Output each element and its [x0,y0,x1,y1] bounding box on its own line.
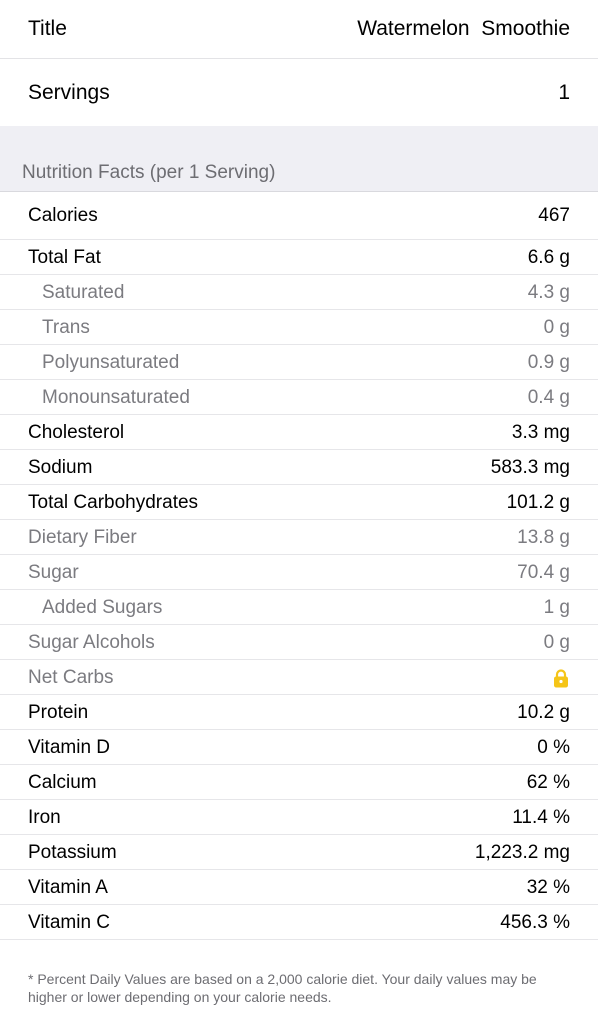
servings-value: 1 [558,80,570,104]
fact-row-vitamin-c: Vitamin C 456.3 % [0,905,598,940]
fact-value: 10.2 g [517,701,570,723]
fact-label: Calories [28,205,98,226]
fact-value: 62 % [526,771,570,793]
fact-row-calories: Calories 467 [0,192,598,240]
title-row[interactable]: Title Watermelon Smoothie [0,0,598,59]
fact-row-calcium: Calcium 62 % [0,765,598,800]
daily-values-footnote: * Percent Daily Values are based on a 2,… [28,971,537,1005]
fact-value: 583.3 mg [490,456,570,478]
title-label: Title [28,17,67,40]
fact-label: Calcium [28,771,97,793]
fact-label: Vitamin C [28,911,111,933]
fact-label: Trans [42,316,90,338]
fact-label: Total Fat [28,246,101,268]
fact-label: Vitamin D [28,736,111,758]
fact-label: Sugar Alcohols [28,631,155,653]
fact-row-trans: Trans 0 g [0,310,598,345]
fact-value: 0.9 g [527,351,570,373]
fact-row-net-carbs[interactable]: Net Carbs [0,660,598,695]
fact-row-saturated: Saturated 4.3 g [0,275,598,310]
fact-row-iron: Iron 11.4 % [0,800,598,835]
fact-row-potassium: Potassium 1,223.2 mg [0,835,598,870]
fact-row-protein: Protein 10.2 g [0,695,598,730]
fact-label: Iron [28,806,61,828]
fact-value: 13.8 g [517,526,570,548]
fact-value: 456.3 % [500,911,570,933]
fact-label: Potassium [28,841,117,863]
fact-row-monounsaturated: Monounsaturated 0.4 g [0,380,598,415]
nutrition-facts-list: Calories 467 Total Fat 6.6 g Saturated 4… [0,192,598,940]
fact-value: 0.4 g [527,386,570,408]
fact-value: 11.4 % [512,806,570,828]
fact-row-added-sugars: Added Sugars 1 g [0,590,598,625]
fact-row-total-carbohydrates: Total Carbohydrates 101.2 g [0,485,598,520]
fact-label: Monounsaturated [42,386,190,408]
lock-icon[interactable] [552,668,570,688]
fact-row-polyunsaturated: Polyunsaturated 0.9 g [0,345,598,380]
fact-label: Protein [28,701,89,723]
recipe-header: Title Watermelon Smoothie Servings 1 [0,0,598,126]
fact-value: 1 g [543,596,570,618]
fact-label: Vitamin A [28,876,108,898]
fact-value: 101.2 g [506,491,570,513]
fact-value: 467 [538,205,570,226]
fact-value: 1,223.2 mg [474,841,570,863]
fact-row-vitamin-d: Vitamin D 0 % [0,730,598,765]
fact-row-sodium: Sodium 583.3 mg [0,450,598,485]
fact-value: 0 % [537,736,570,758]
fact-label: Net Carbs [28,666,114,688]
fact-row-cholesterol: Cholesterol 3.3 mg [0,415,598,450]
fact-row-sugar-alcohols: Sugar Alcohols 0 g [0,625,598,660]
servings-label: Servings [28,80,110,104]
fact-value: 32 % [526,876,570,898]
fact-label: Cholesterol [28,421,125,443]
fact-label: Saturated [42,281,125,303]
fact-row-vitamin-a: Vitamin A 32 % [0,870,598,905]
fact-label: Sodium [28,456,93,478]
nutrition-section-header: Nutrition Facts (per 1 Serving) [0,126,598,192]
fact-row-dietary-fiber: Dietary Fiber 13.8 g [0,520,598,555]
fact-value: 0 g [543,631,570,653]
nutrition-section-title: Nutrition Facts (per 1 Serving) [22,162,276,183]
fact-row-sugar: Sugar 70.4 g [0,555,598,590]
fact-value: 70.4 g [517,561,570,583]
fact-value: 6.6 g [527,246,570,268]
fact-label: Sugar [28,561,79,583]
title-value: Watermelon Smoothie [357,17,570,40]
fact-value: 4.3 g [527,281,570,303]
fact-row-total-fat: Total Fat 6.6 g [0,240,598,275]
fact-label: Total Carbohydrates [28,491,199,513]
fact-label: Dietary Fiber [28,526,137,548]
servings-row[interactable]: Servings 1 [0,59,598,126]
fact-label: Added Sugars [42,596,163,618]
fact-label: Polyunsaturated [42,351,180,373]
fact-value: 0 g [543,316,570,338]
fact-value: 3.3 mg [511,421,570,443]
